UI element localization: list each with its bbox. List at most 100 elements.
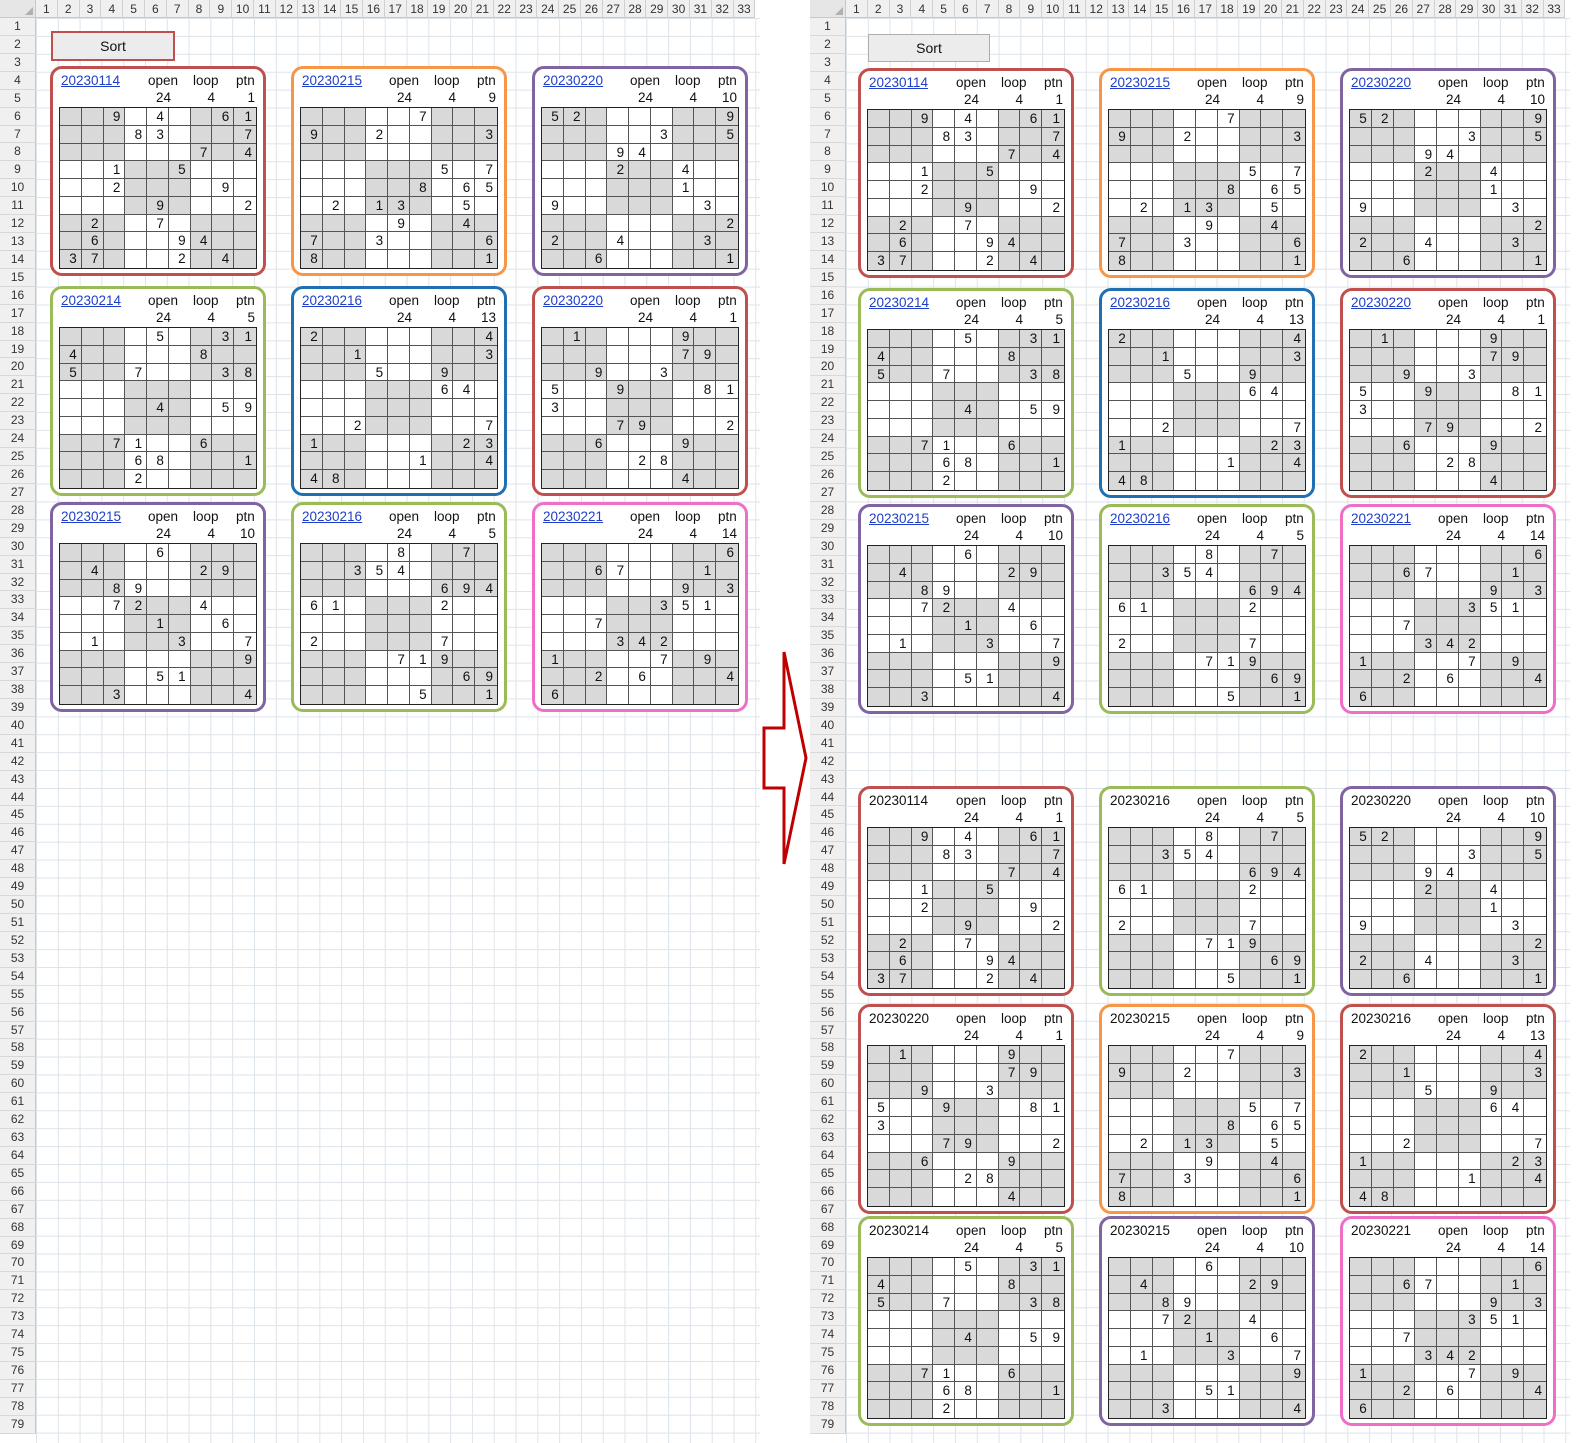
puzzle-cell[interactable]	[911, 1329, 934, 1347]
puzzle-cell[interactable]: 5	[955, 330, 977, 348]
puzzle-cell[interactable]	[716, 143, 738, 162]
puzzle-cell[interactable]	[1152, 952, 1175, 971]
puzzle-cell[interactable]	[1109, 401, 1131, 419]
puzzle-cell[interactable]	[1109, 899, 1131, 917]
row-header[interactable]: 20	[0, 358, 36, 377]
puzzle-cell[interactable]	[453, 363, 476, 382]
puzzle-cell[interactable]	[1458, 1382, 1481, 1401]
column-header[interactable]: 28	[624, 0, 647, 18]
puzzle-cell[interactable]	[168, 125, 191, 144]
row-header[interactable]: 71	[0, 1272, 36, 1291]
puzzle-cell[interactable]: 3	[1458, 365, 1481, 384]
puzzle-cell[interactable]: 4	[234, 686, 256, 704]
row-header[interactable]: 31	[0, 555, 36, 574]
puzzle-cell[interactable]	[1174, 828, 1197, 846]
puzzle-cell[interactable]	[998, 198, 1021, 217]
puzzle-cell[interactable]	[366, 650, 389, 669]
puzzle-cell[interactable]	[585, 381, 608, 400]
puzzle-cell[interactable]	[453, 452, 476, 471]
puzzle-cell[interactable]	[453, 632, 476, 651]
puzzle-cell[interactable]	[694, 686, 717, 704]
puzzle-cell[interactable]	[998, 617, 1021, 635]
puzzle-cell[interactable]	[431, 345, 454, 364]
puzzle-cell[interactable]	[976, 828, 999, 846]
puzzle-cell[interactable]	[976, 181, 999, 199]
puzzle-cell[interactable]: 3	[1283, 347, 1305, 366]
puzzle-cell[interactable]	[1196, 401, 1218, 419]
puzzle-cell[interactable]	[366, 544, 389, 562]
puzzle-cell[interactable]	[344, 143, 367, 162]
row-header[interactable]: 73	[810, 1308, 846, 1327]
puzzle-cell[interactable]	[475, 363, 497, 382]
puzzle-cell[interactable]	[1502, 970, 1525, 988]
puzzle-cell[interactable]	[716, 328, 738, 346]
puzzle-cell[interactable]	[1350, 472, 1372, 490]
puzzle-cell[interactable]	[1217, 1258, 1240, 1276]
puzzle-cell[interactable]: 5	[1283, 1117, 1305, 1135]
puzzle-cell[interactable]: 2	[1350, 1046, 1372, 1064]
puzzle-cell[interactable]	[563, 416, 586, 435]
puzzle-cell[interactable]	[1415, 599, 1438, 618]
row-header[interactable]: 18	[810, 322, 846, 341]
puzzle-cell[interactable]	[1174, 916, 1197, 935]
puzzle-cell[interactable]	[672, 399, 695, 417]
puzzle-cell[interactable]	[1130, 1293, 1153, 1312]
puzzle-cell[interactable]: 9	[1020, 181, 1043, 199]
puzzle-cell[interactable]	[147, 561, 169, 580]
puzzle-cell[interactable]	[1042, 1063, 1064, 1082]
puzzle-cell[interactable]: 7	[147, 214, 169, 233]
puzzle-cell[interactable]	[933, 401, 956, 419]
puzzle-cell[interactable]	[1502, 145, 1525, 164]
puzzle-cell[interactable]	[976, 418, 999, 437]
puzzle-cell[interactable]: 6	[1261, 1117, 1284, 1135]
puzzle-cell[interactable]	[1196, 916, 1218, 935]
puzzle-cell[interactable]	[125, 328, 148, 346]
puzzle-cell[interactable]	[1020, 454, 1043, 473]
row-header[interactable]: 54	[810, 967, 846, 986]
puzzle-cell[interactable]	[1371, 899, 1394, 917]
puzzle-cell[interactable]	[1218, 472, 1240, 490]
puzzle-cell[interactable]	[1524, 401, 1546, 419]
puzzle-cell[interactable]: 3	[1020, 365, 1043, 384]
puzzle-cell[interactable]	[585, 686, 608, 704]
puzzle-cell[interactable]	[301, 179, 323, 197]
puzzle-cell[interactable]	[1152, 472, 1175, 490]
puzzle-cell[interactable]	[585, 579, 608, 598]
puzzle-cell[interactable]	[1239, 198, 1262, 217]
puzzle-cell[interactable]	[453, 686, 476, 704]
puzzle-cell[interactable]	[1502, 881, 1525, 900]
puzzle-cell[interactable]	[868, 634, 890, 653]
puzzle-cell[interactable]	[1524, 688, 1546, 706]
puzzle-cell[interactable]: 7	[234, 125, 256, 144]
puzzle-cell[interactable]: 4	[190, 232, 213, 251]
row-header[interactable]: 50	[810, 896, 846, 914]
puzzle-cell[interactable]	[1174, 617, 1197, 635]
puzzle-cell[interactable]	[1283, 635, 1305, 653]
puzzle-cell[interactable]	[1130, 1081, 1153, 1100]
row-header[interactable]: 76	[810, 1362, 846, 1380]
puzzle-cell[interactable]: 3	[650, 125, 673, 144]
puzzle-cell[interactable]	[212, 345, 235, 364]
puzzle-cell[interactable]	[1174, 181, 1197, 199]
row-header[interactable]: 38	[810, 681, 846, 699]
puzzle-cell[interactable]	[1350, 1382, 1372, 1401]
puzzle-cell[interactable]	[1350, 1346, 1372, 1365]
row-header[interactable]: 30	[0, 537, 36, 556]
puzzle-cell[interactable]	[1217, 1081, 1240, 1100]
puzzle-cell[interactable]: 5	[1261, 198, 1284, 217]
puzzle-cell[interactable]	[955, 563, 977, 582]
puzzle-cell[interactable]	[409, 232, 432, 251]
puzzle-cell[interactable]	[911, 617, 934, 635]
puzzle-cell[interactable]: 2	[1152, 418, 1175, 437]
puzzle-cell[interactable]	[585, 470, 608, 488]
puzzle-cell[interactable]	[998, 1400, 1021, 1418]
column-header[interactable]: 1	[846, 0, 868, 18]
puzzle-cell[interactable]	[60, 632, 82, 651]
puzzle-cell[interactable]	[1042, 1081, 1064, 1100]
puzzle-cell[interactable]	[1371, 1046, 1394, 1064]
puzzle-cell[interactable]	[1217, 216, 1240, 235]
puzzle-cell[interactable]: 3	[1152, 845, 1175, 864]
puzzle-cell[interactable]: 2	[1042, 199, 1064, 217]
puzzle-cell[interactable]	[1458, 1081, 1481, 1100]
row-header[interactable]: 22	[0, 394, 36, 413]
